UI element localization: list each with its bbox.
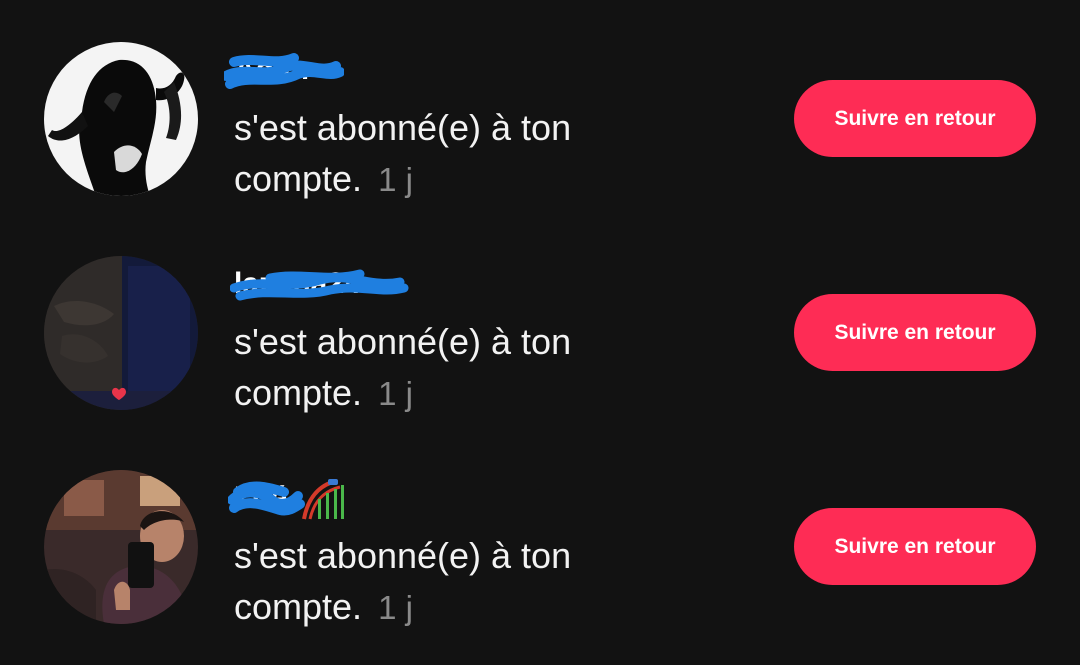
timestamp: 1 j [378,589,413,626]
notification-message: s'est abonné(e) à ton compte. 1 j [234,316,654,419]
username-text: lazona24 [234,267,361,300]
avatar-photo-dark [44,256,198,410]
follow-back-button[interactable]: Suivre en retour [794,80,1036,157]
username[interactable]: Adlin [224,48,344,92]
notification-list: Adlin s'est abonné(e) à ton compte. 1 j … [0,0,1080,665]
list-item: lazona24 s'est abonné(e) à ton compte. 1… [0,228,1080,442]
username[interactable]: Zoé [228,476,348,520]
roller-coaster-emoji-icon [301,479,344,520]
avatar[interactable] [44,42,198,196]
username-text: Zoé [234,481,288,514]
timestamp: 1 j [378,375,413,412]
notification-message: s'est abonné(e) à ton compte. 1 j [234,530,654,633]
avatar-photo-bw [44,42,198,196]
list-item: Adlin s'est abonné(e) à ton compte. 1 j … [0,14,1080,228]
follow-back-button[interactable]: Suivre en retour [794,508,1036,585]
avatar-photo-selfie [44,470,198,624]
username-text: Adlin [234,53,309,86]
follow-back-button[interactable]: Suivre en retour [794,294,1036,371]
notification-message: s'est abonné(e) à ton compte. 1 j [234,102,654,205]
avatar[interactable] [44,470,198,624]
avatar[interactable] [44,256,198,410]
list-item: Zoé s'est abonné(e) à ton compte. 1 j Su… [0,442,1080,656]
username[interactable]: lazona24 [230,262,409,306]
timestamp: 1 j [378,161,413,198]
